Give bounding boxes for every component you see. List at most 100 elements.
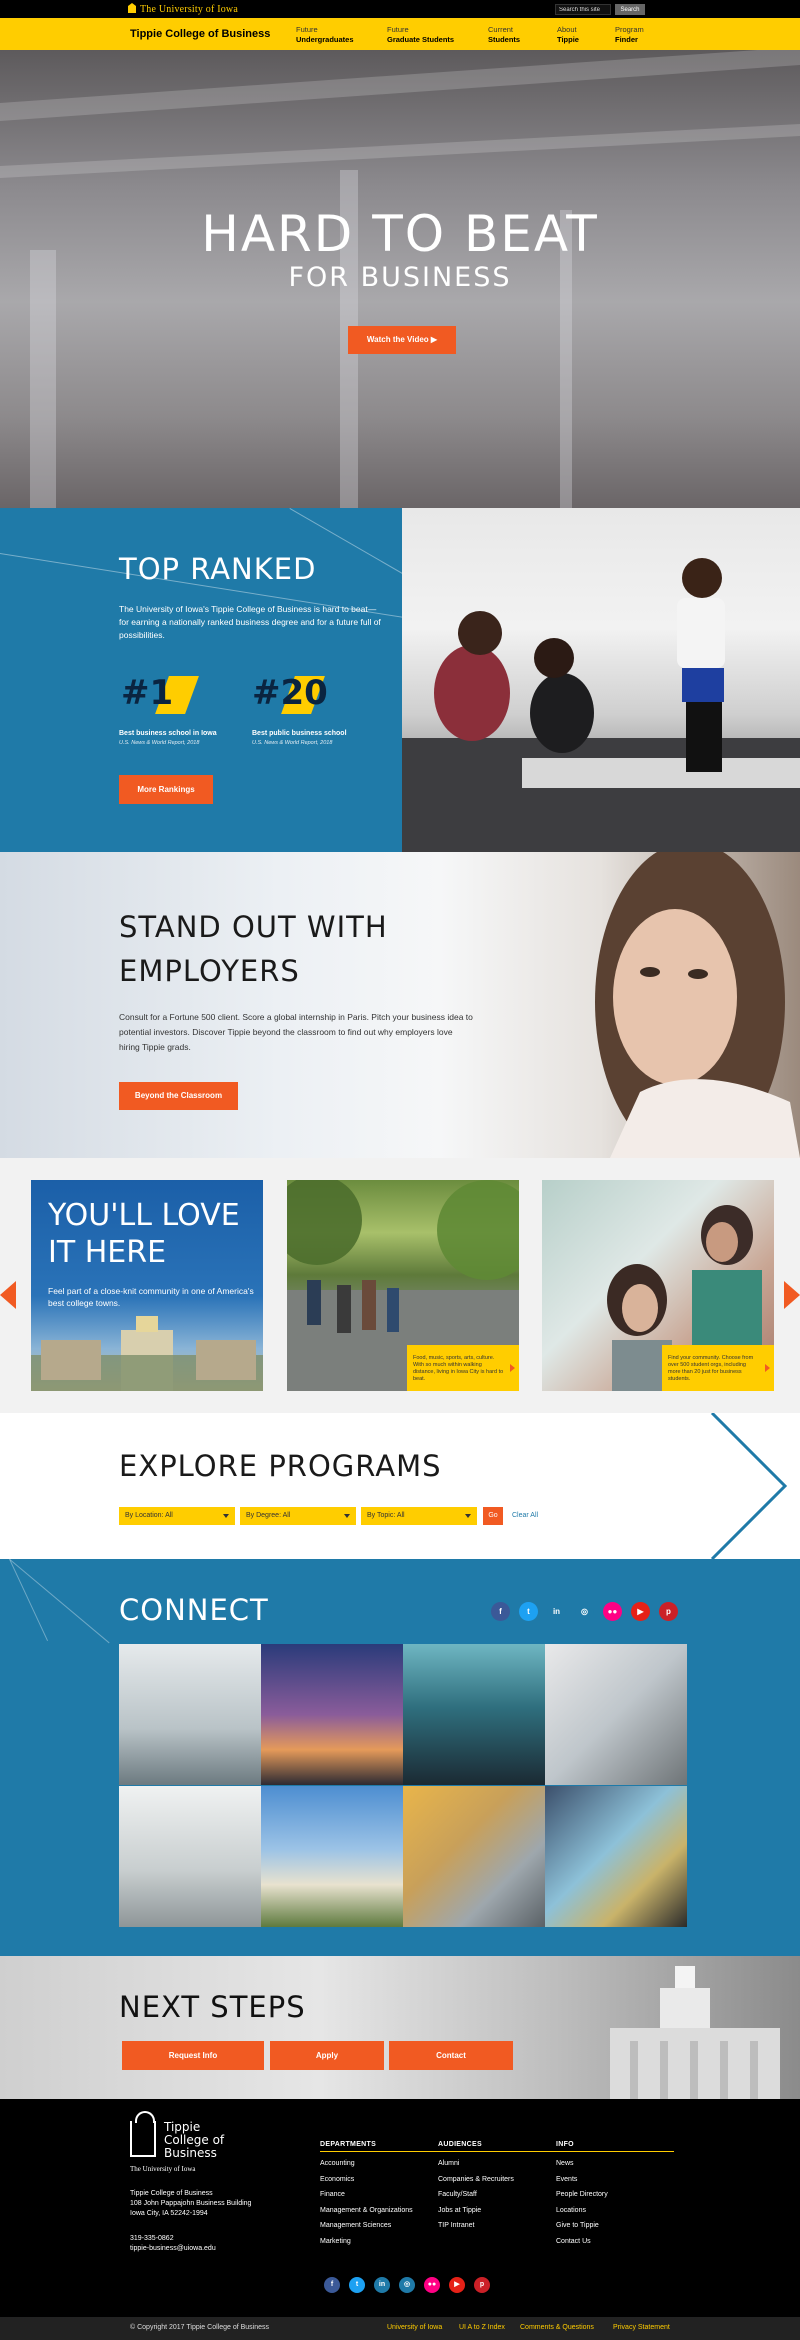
copyright-text: © Copyright 2017 Tippie College of Busin… bbox=[130, 2324, 270, 2331]
flickr-icon[interactable]: ●● bbox=[603, 1602, 622, 1621]
apply-button[interactable]: Apply bbox=[270, 2041, 384, 2070]
footer-link[interactable]: Companies & Recruiters bbox=[438, 2172, 514, 2188]
footer-link[interactable]: People Directory bbox=[556, 2187, 608, 2203]
youtube-icon[interactable]: ▶ bbox=[449, 2277, 465, 2293]
nav-current-students[interactable]: Current Students bbox=[469, 25, 537, 53]
dome-icon bbox=[128, 3, 136, 13]
explore-programs-title: EXPLORE PROGRAMS bbox=[119, 1449, 442, 1483]
utility-bar: The University of Iowa Search bbox=[0, 0, 800, 18]
location-filter-select[interactable]: By Location: All bbox=[119, 1507, 235, 1525]
connect-photo-market[interactable] bbox=[403, 1644, 545, 1785]
footer-phone-link[interactable]: 319-335-0862 bbox=[130, 2234, 216, 2244]
pinterest-icon[interactable]: p bbox=[659, 1602, 678, 1621]
footer-info: INFO News Events People Directory Locati… bbox=[556, 2141, 608, 2249]
site-title[interactable]: Tippie College of Business bbox=[130, 28, 270, 40]
connect-section: CONNECT f t in ◎ ●● ▶ p bbox=[0, 1559, 800, 1956]
footer-link[interactable]: TIP Intranet bbox=[438, 2218, 514, 2234]
footer-link[interactable]: Accounting bbox=[320, 2156, 413, 2172]
main-nav: Tippie College of Business Future Undergr… bbox=[0, 18, 800, 53]
footer-link[interactable]: Management & Organizations bbox=[320, 2203, 413, 2219]
youtube-icon[interactable]: ▶ bbox=[631, 1602, 650, 1621]
ui-a-to-z-link[interactable]: UI A to Z Index bbox=[459, 2324, 505, 2331]
footer-link[interactable]: Locations bbox=[556, 2203, 608, 2219]
site-footer: Tippie College of Business The Universit… bbox=[0, 2099, 800, 2340]
twitter-icon[interactable]: t bbox=[349, 2277, 365, 2293]
footer-link[interactable]: Faculty/Staff bbox=[438, 2187, 514, 2203]
tippie-logo-text: Tippie College of Business bbox=[164, 2120, 225, 2160]
connect-photo-old-capitol[interactable] bbox=[261, 1786, 403, 1927]
nav-about-tippie[interactable]: About Tippie bbox=[557, 25, 579, 45]
old-capitol-icon bbox=[130, 2111, 156, 2157]
facebook-icon[interactable]: f bbox=[324, 2277, 340, 2293]
nav-future-graduate-students[interactable]: Future Graduate Students bbox=[387, 25, 454, 45]
iowa-city-card[interactable]: Food, music, sports, arts, culture. With… bbox=[287, 1180, 519, 1391]
caption-arrow-icon bbox=[765, 1364, 770, 1372]
stand-out-section: STAND OUT WITH EMPLOYERS Consult for a F… bbox=[0, 852, 800, 1158]
footer-link[interactable]: Alumni bbox=[438, 2156, 514, 2172]
footer-address: Tippie College of Business 108 John Papp… bbox=[130, 2190, 252, 2217]
love-it-here-text: Feel part of a close-knit community in o… bbox=[48, 1286, 254, 1308]
university-of-iowa-link[interactable]: University of Iowa bbox=[387, 2324, 442, 2331]
beyond-the-classroom-button[interactable]: Beyond the Classroom bbox=[119, 1082, 238, 1110]
search-button[interactable]: Search bbox=[615, 4, 645, 15]
footer-link[interactable]: Economics bbox=[320, 2172, 413, 2188]
clear-all-link[interactable]: Clear All bbox=[512, 1507, 538, 1525]
footer-link[interactable]: News bbox=[556, 2156, 608, 2172]
connect-photo-tippie-sign[interactable] bbox=[545, 1786, 687, 1927]
top-ranked-section: TOP RANKED The University of Iowa's Tipp… bbox=[0, 508, 800, 852]
connect-photo-lab[interactable] bbox=[545, 1644, 687, 1785]
topic-filter-select[interactable]: By Topic: All bbox=[361, 1507, 477, 1525]
top-ranked-text: The University of Iowa's Tippie College … bbox=[119, 604, 381, 640]
linkedin-icon[interactable]: in bbox=[547, 1602, 566, 1621]
carousel-next-arrow-icon[interactable] bbox=[784, 1281, 800, 1309]
tippie-logo[interactable]: Tippie College of Business The Universit… bbox=[130, 2111, 240, 2173]
go-button[interactable]: Go bbox=[483, 1507, 503, 1525]
connect-title: CONNECT bbox=[119, 1593, 269, 1627]
flickr-icon[interactable]: ●● bbox=[424, 2277, 440, 2293]
privacy-statement-link[interactable]: Privacy Statement bbox=[613, 2324, 670, 2331]
next-steps-section: NEXT STEPS Request Info Apply Contact bbox=[0, 1956, 800, 2099]
old-capitol-illustration bbox=[31, 1316, 263, 1391]
connect-photo-sunset[interactable] bbox=[261, 1644, 403, 1785]
connect-photo-autumn[interactable] bbox=[403, 1786, 545, 1927]
contact-button[interactable]: Contact bbox=[389, 2041, 513, 2070]
love-it-here-card[interactable]: YOU'LL LOVE IT HERE Feel part of a close… bbox=[31, 1180, 263, 1391]
footer-link[interactable]: Management Sciences bbox=[320, 2218, 413, 2234]
decorative-line bbox=[9, 1559, 49, 1641]
connect-photo-classroom[interactable] bbox=[119, 1644, 261, 1785]
more-rankings-button[interactable]: More Rankings bbox=[119, 775, 213, 804]
hero-beam bbox=[0, 50, 800, 121]
nav-future-undergraduates[interactable]: Future Undergraduates bbox=[296, 25, 354, 45]
footer-link[interactable]: Give to Tippie bbox=[556, 2218, 608, 2234]
request-info-button[interactable]: Request Info bbox=[122, 2041, 264, 2070]
linkedin-icon[interactable]: in bbox=[374, 2277, 390, 2293]
connect-photo-hallway[interactable] bbox=[119, 1786, 261, 1927]
footer-link[interactable]: Marketing bbox=[320, 2234, 413, 2250]
twitter-icon[interactable]: t bbox=[519, 1602, 538, 1621]
watch-video-button[interactable]: Watch the Video ▶ bbox=[348, 326, 456, 354]
love-it-here-title: YOU'LL LOVE IT HERE bbox=[48, 1198, 240, 1270]
comments-questions-link[interactable]: Comments & Questions bbox=[520, 2324, 594, 2331]
rank-source: U.S. News & World Report, 2018 bbox=[119, 740, 200, 746]
footer-link[interactable]: Jobs at Tippie bbox=[438, 2203, 514, 2219]
student-orgs-caption: Find your community. Choose from over 50… bbox=[662, 1345, 774, 1391]
rank-label: Best public business school bbox=[252, 730, 347, 737]
search-input[interactable] bbox=[555, 4, 611, 15]
footer-link[interactable]: Events bbox=[556, 2172, 608, 2188]
footer-link[interactable]: Contact Us bbox=[556, 2234, 608, 2250]
footer-email-link[interactable]: tippie-business@uiowa.edu bbox=[130, 2244, 216, 2254]
footer-link[interactable]: Finance bbox=[320, 2187, 413, 2203]
carousel-prev-arrow-icon[interactable] bbox=[0, 1281, 16, 1309]
university-of-iowa-logo[interactable]: The University of Iowa bbox=[128, 3, 238, 15]
student-orgs-card[interactable]: Find your community. Choose from over 50… bbox=[542, 1180, 774, 1391]
nav-program-finder[interactable]: Program Finder bbox=[615, 25, 644, 45]
instagram-icon[interactable]: ◎ bbox=[575, 1602, 594, 1621]
rank-number-1: #1 bbox=[121, 673, 174, 713]
facebook-icon[interactable]: f bbox=[491, 1602, 510, 1621]
instagram-icon[interactable]: ◎ bbox=[399, 2277, 415, 2293]
pinterest-icon[interactable]: p bbox=[474, 2277, 490, 2293]
degree-filter-select[interactable]: By Degree: All bbox=[240, 1507, 356, 1525]
caption-arrow-icon bbox=[510, 1364, 515, 1372]
chevron-down-icon bbox=[465, 1514, 471, 1518]
top-ranked-title: TOP RANKED bbox=[119, 552, 317, 586]
